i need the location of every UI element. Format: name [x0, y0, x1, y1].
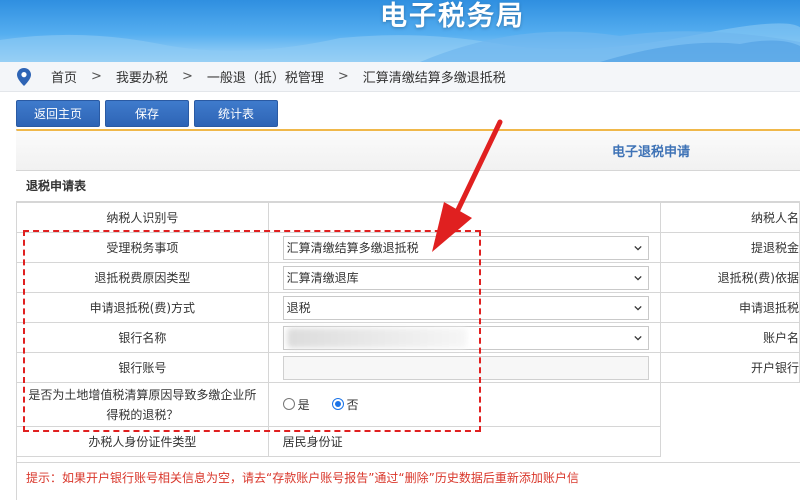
save-button[interactable]: 保存: [105, 100, 189, 127]
row-taxpayer-id: 纳税人识别号 纳税人名: [16, 202, 800, 233]
breadcrumb-separator: >: [181, 69, 193, 84]
label-refund-basis: 退抵税(费)依据: [659, 262, 800, 293]
radio-no-label: 否: [346, 397, 359, 412]
row-land: 是否为土地增值税清算原因导致多缴企业所得税的退税？ 是 否: [16, 382, 800, 427]
location-pin-icon: [17, 67, 31, 86]
home-button[interactable]: 返回主页: [16, 100, 100, 127]
empty-cell: [659, 382, 800, 427]
banner: 电子税务局: [0, 0, 800, 62]
row-bank: 银行名称 账户名: [16, 322, 800, 353]
form-header: 电子退税申请: [16, 131, 800, 171]
label-taxpayer-id: 纳税人识别号: [16, 202, 269, 233]
radio-no[interactable]: 否: [331, 396, 359, 413]
form-title: 电子退税申请: [612, 145, 691, 160]
site-title: 电子税务局: [380, 1, 525, 32]
label-bank: 银行名称: [16, 322, 269, 353]
label-method: 申请退抵税(费)方式: [16, 292, 269, 323]
radio-yes[interactable]: 是: [282, 396, 310, 413]
radio-no-circle[interactable]: [331, 398, 344, 411]
breadcrumb-separator: >: [337, 69, 349, 84]
radio-yes-circle[interactable]: [282, 398, 295, 411]
label-apply-refund: 申请退抵税: [659, 292, 800, 323]
row-matter: 受理税务事项 汇算清缴结算多缴退抵税 提退税金: [16, 232, 800, 263]
method-select[interactable]: 退税: [282, 295, 649, 320]
breadcrumb: 首页 > 我要办税 > 一般退（抵）税管理 > 汇算清缴结算多缴退抵税: [0, 62, 800, 92]
breadcrumb-tax-services[interactable]: 我要办税: [116, 67, 168, 86]
label-land-question: 是否为土地增值税清算原因导致多缴企业所得税的退税？: [16, 382, 269, 427]
label-id-type: 办税人身份证件类型: [16, 426, 269, 457]
row-id-type: 办税人身份证件类型 居民身份证: [16, 426, 800, 457]
stats-button[interactable]: 统计表: [194, 100, 278, 127]
chevron-down-icon: [634, 245, 642, 251]
matter-select-value: 汇算清缴结算多缴退抵税: [286, 241, 419, 255]
method-select-value: 退税: [286, 301, 311, 315]
row-reason: 退抵税费原因类型 汇算清缴退库 退抵税(费)依据: [16, 262, 800, 293]
chevron-down-icon: [634, 335, 642, 341]
redacted-value: [286, 327, 467, 348]
label-matter: 受理税务事项: [16, 232, 269, 263]
breadcrumb-refund-management[interactable]: 一般退（抵）税管理: [207, 67, 324, 86]
row-method: 申请退抵税(费)方式 退税 申请退抵税: [16, 292, 800, 323]
value-id-type: 居民身份证: [267, 426, 661, 457]
row-account: 银行账号 开户银行: [16, 352, 800, 383]
arrow-pointer-icon: [432, 119, 503, 252]
section-title: 退税申请表: [16, 171, 800, 202]
reason-select[interactable]: 汇算清缴退库: [282, 265, 649, 290]
breadcrumb-home[interactable]: 首页: [51, 67, 77, 86]
bank-select[interactable]: [282, 325, 649, 350]
refund-form-table: 纳税人识别号 纳税人名 受理税务事项 汇算清缴结算多缴退抵税 提退税金 退抵税费…: [16, 202, 800, 457]
reason-select-value: 汇算清缴退库: [286, 271, 359, 285]
chevron-down-icon: [634, 275, 642, 281]
account-input[interactable]: [282, 355, 649, 380]
label-taxpayer-name: 纳税人名: [659, 202, 800, 233]
radio-yes-label: 是: [297, 397, 310, 412]
label-account-name: 账户名: [659, 322, 800, 353]
chevron-down-icon: [634, 305, 642, 311]
label-reason: 退抵税费原因类型: [16, 262, 269, 293]
breadcrumb-separator: >: [91, 69, 102, 84]
warning-tip: 提示：如果开户银行账号相关信息为空，请去“存款账户账号报告”通过“删除”历史数据…: [16, 462, 800, 492]
label-open-bank: 开户银行: [659, 352, 800, 383]
empty-cell: [660, 427, 799, 457]
label-account: 银行账号: [16, 352, 269, 383]
breadcrumb-current: 汇算清缴结算多缴退抵税: [362, 71, 506, 86]
label-refund-amount: 提退税金: [659, 232, 800, 263]
